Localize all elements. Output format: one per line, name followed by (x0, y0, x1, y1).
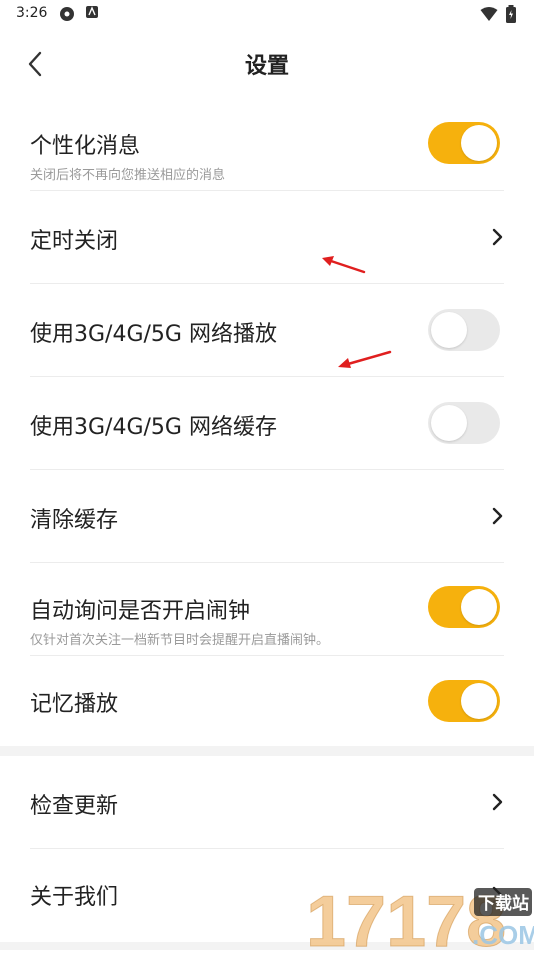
setting-label: 个性化消息 (30, 134, 141, 159)
memory-play-toggle[interactable] (428, 680, 500, 722)
setting-label: 使用3G/4G/5G 网络缓存 (30, 415, 277, 440)
setting-label: 清除缓存 (30, 508, 119, 533)
setting-row-timer-close[interactable]: 定时关闭 (30, 191, 504, 284)
setting-label: 记忆播放 (30, 692, 119, 717)
watermark-tag: 下载站 (478, 893, 529, 914)
annotation-arrow-icon (338, 350, 392, 368)
nav-bar: 设置 (0, 28, 534, 98)
toggle-knob (431, 405, 467, 441)
setting-sublabel: 仅针对首次关注一档新节目时会提醒开启直播闹钟。 (30, 633, 330, 648)
toggle-knob (461, 683, 497, 719)
chevron-right-icon (492, 507, 503, 525)
wifi-icon (480, 6, 498, 26)
setting-row-memory-play: 记忆播放 (30, 656, 504, 746)
status-bar: 3:26 (0, 0, 534, 28)
chevron-right-icon (492, 228, 503, 246)
setting-row-auto-alarm: 自动询问是否开启闹钟 仅针对首次关注一档新节目时会提醒开启直播闹钟。 (30, 563, 504, 656)
status-time: 3:26 (16, 5, 48, 21)
setting-row-mobile-cache: 使用3G/4G/5G 网络缓存 (30, 377, 504, 470)
page-title: 设置 (244, 54, 289, 79)
watermark-logo: 17178 下载站 .COM (304, 880, 534, 954)
mobile-cache-toggle[interactable] (428, 402, 500, 444)
setting-row-check-update[interactable]: 检查更新 (30, 756, 504, 849)
setting-row-mobile-play: 使用3G/4G/5G 网络播放 (30, 284, 504, 377)
setting-label: 使用3G/4G/5G 网络播放 (30, 322, 277, 347)
watermark-logo-graphic: 17178 下载站 .COM (306, 882, 534, 954)
setting-sublabel: 关闭后将不再向您推送相应的消息 (30, 168, 226, 183)
section-divider (0, 746, 534, 756)
annotation-arrow-icon (322, 256, 366, 274)
auto-alarm-toggle[interactable] (428, 586, 500, 628)
setting-label: 自动询问是否开启闹钟 (30, 599, 251, 624)
setting-row-clear-cache[interactable]: 清除缓存 (30, 470, 504, 563)
setting-row-personalized-message: 个性化消息 关闭后将不再向您推送相应的消息 (30, 98, 504, 191)
toggle-knob (461, 125, 497, 161)
setting-label: 关于我们 (30, 885, 119, 910)
toggle-knob (431, 312, 467, 348)
app-notification-icon (85, 5, 99, 23)
android-system-icon (58, 5, 76, 27)
setting-label: 检查更新 (30, 794, 119, 819)
personalized-message-toggle[interactable] (428, 122, 500, 164)
battery-icon (506, 5, 516, 27)
toggle-knob (461, 589, 497, 625)
chevron-right-icon (492, 793, 503, 811)
mobile-play-toggle[interactable] (428, 309, 500, 351)
setting-label: 定时关闭 (30, 229, 119, 254)
watermark-suffix: .COM (472, 920, 534, 950)
